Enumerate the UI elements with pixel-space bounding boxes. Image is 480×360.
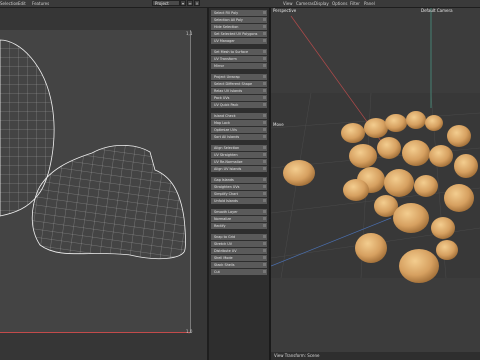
tool-option-icon[interactable] [263, 199, 266, 202]
tool-row[interactable]: Pack UVs [211, 95, 267, 101]
uv-corner-bottom-right: 1,0 [186, 329, 193, 334]
tool-option-icon[interactable] [263, 263, 266, 266]
tool-row[interactable]: UV Straighten [211, 152, 267, 158]
tool-option-icon[interactable] [263, 82, 266, 85]
tool-row[interactable]: Stack Shells [211, 262, 267, 268]
vp-menu-options[interactable]: Options [332, 0, 347, 7]
tool-row[interactable]: Relax UV Islands [211, 88, 267, 94]
tool-option-icon[interactable] [263, 270, 266, 273]
tool-row[interactable]: Island Check [211, 113, 267, 119]
tool-option-icon[interactable] [263, 146, 266, 149]
tool-row[interactable]: Simplify Chart [211, 191, 267, 197]
tool-option-icon[interactable] [263, 210, 266, 213]
tool-row[interactable]: Distribute UV [211, 248, 267, 254]
menu-selection[interactable]: Selection [0, 0, 18, 7]
settings-icon[interactable]: ≡ [187, 0, 193, 6]
tool-row[interactable]: Set Selected UV Polygons [211, 31, 267, 37]
tool-row[interactable]: Stretch UV [211, 241, 267, 247]
tool-row[interactable]: Gap Islands [211, 177, 267, 183]
tool-row[interactable]: Set Mesh to Surface [211, 49, 267, 55]
tool-option-icon[interactable] [263, 25, 266, 28]
tool-option-icon[interactable] [263, 32, 266, 35]
tool-option-icon[interactable] [263, 114, 266, 117]
menu-features[interactable]: Features [32, 0, 49, 7]
tool-option-icon[interactable] [263, 235, 266, 238]
tool-row[interactable]: Optimize UVs [211, 127, 267, 133]
tool-option-icon[interactable] [263, 153, 266, 156]
tool-option-icon[interactable] [263, 103, 266, 106]
tool-option-icon[interactable] [263, 217, 266, 220]
vp-menu-panel[interactable]: Panel [364, 0, 375, 7]
3d-viewport[interactable]: Perspective Default Camera Move [271, 8, 480, 360]
tool-row[interactable]: UV Manager [211, 38, 267, 44]
tool-option-icon[interactable] [263, 18, 266, 21]
tool-row[interactable]: Snap to Grid [211, 234, 267, 240]
tool-row[interactable]: Selection All Poly [211, 17, 267, 23]
tool-row[interactable]: UV Transform [211, 56, 267, 62]
tool-option-icon[interactable] [263, 96, 266, 99]
tool-row[interactable]: Shell Mode [211, 255, 267, 261]
uv-mesh-svg [0, 39, 186, 260]
vp-menu-view[interactable]: View [283, 0, 293, 7]
tool-option-icon[interactable] [263, 57, 266, 60]
tool-row[interactable]: Mirror [211, 63, 267, 69]
tool-row[interactable]: Cut [211, 269, 267, 275]
uv-boundary-bottom [0, 332, 190, 333]
tool-option-icon[interactable] [263, 178, 266, 181]
uv-corner-top-right: 1,1 [186, 31, 193, 36]
uv-canvas[interactable] [0, 30, 190, 333]
tool-row[interactable]: Straighten UVs [211, 184, 267, 190]
tool-row[interactable]: Normalize [211, 216, 267, 222]
dropdown-arrow-icon[interactable]: ▾ [180, 0, 186, 6]
tool-option-icon[interactable] [263, 64, 266, 67]
tool-option-icon[interactable] [263, 50, 266, 53]
tool-option-icon[interactable] [263, 128, 266, 131]
tool-row[interactable]: Sort All Islands [211, 134, 267, 140]
viewport-title: Perspective [273, 8, 297, 13]
menu-edit[interactable]: Edit [18, 0, 26, 7]
viewport-scene [271, 8, 480, 283]
uv-boundary-right [190, 30, 191, 333]
tool-row[interactable]: Rectify [211, 223, 267, 229]
tool-option-icon[interactable] [263, 249, 266, 252]
tool-row[interactable]: Hide Selection [211, 24, 267, 30]
tool-row[interactable]: UV Quick Pack [211, 102, 267, 108]
camera-label[interactable]: Default Camera [421, 8, 453, 13]
close-icon[interactable]: × [194, 0, 200, 6]
tool-row[interactable]: Select Fill Poly [211, 10, 267, 16]
vp-menu-display[interactable]: Display [314, 0, 329, 7]
tool-option-icon[interactable] [263, 39, 266, 42]
vp-menu-cameras[interactable]: Cameras [296, 0, 314, 7]
tool-option-icon[interactable] [263, 256, 266, 259]
tool-option-icon[interactable] [263, 75, 266, 78]
project-dropdown[interactable]: Project [152, 0, 180, 6]
tool-option-icon[interactable] [263, 135, 266, 138]
tool-row[interactable]: Align UV Islands [211, 166, 267, 172]
tool-option-icon[interactable] [263, 167, 266, 170]
tool-option-icon[interactable] [263, 242, 266, 245]
tool-option-icon[interactable] [263, 192, 266, 195]
tool-option-icon[interactable] [263, 11, 266, 14]
tool-row[interactable]: Unfold Islands [211, 198, 267, 204]
tool-option-icon[interactable] [263, 121, 266, 124]
tool-option-icon[interactable] [263, 224, 266, 227]
tool-row[interactable]: UV Re-Normalize [211, 159, 267, 165]
tool-row[interactable]: Align Selection [211, 145, 267, 151]
viewport-status: View Transform: Scene [271, 352, 480, 360]
tool-row[interactable]: Project Unwrap [211, 74, 267, 80]
tool-option-icon[interactable] [263, 89, 266, 92]
tool-row[interactable]: Map Lock [211, 120, 267, 126]
tool-row[interactable]: Select Different Shape [211, 81, 267, 87]
uv-island-bean[interactable] [31, 144, 186, 260]
tool-option-icon[interactable] [263, 185, 266, 188]
tool-option-icon[interactable] [263, 160, 266, 163]
move-tool-label: Move [273, 122, 284, 127]
tool-row[interactable]: Smooth Layer [211, 209, 267, 215]
vp-menu-filter[interactable]: Filter [350, 0, 360, 7]
